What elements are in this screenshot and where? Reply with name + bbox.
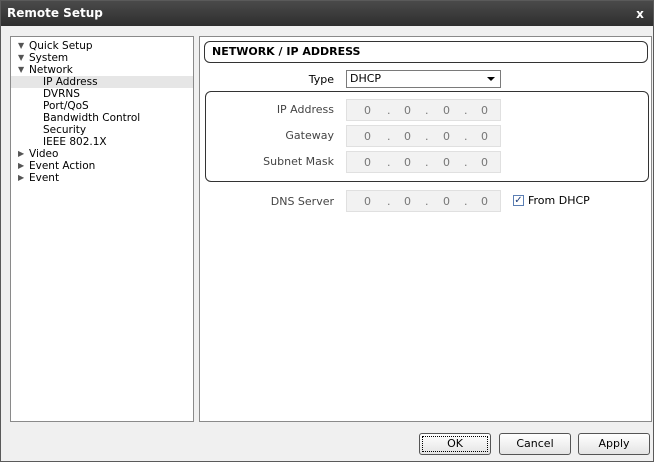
tree-item-label: DVRNS bbox=[43, 88, 80, 100]
tree-item[interactable]: ▶ Video bbox=[11, 148, 193, 160]
remote-setup-window: Remote Setup x ▼ Quick Setup ▼ System ▼ Netwo… bbox=[0, 0, 654, 462]
subnet-mask-field: 0 0 0 0... bbox=[346, 151, 501, 173]
tree-item-label: Event Action bbox=[29, 160, 96, 172]
cancel-button[interactable]: Cancel bbox=[499, 433, 571, 455]
ip-address-field: 0 0 0 0... bbox=[346, 99, 501, 121]
tree-item[interactable]: DVRNS bbox=[11, 88, 193, 100]
ip-octet[interactable]: 0 bbox=[481, 156, 488, 169]
window-title: Remote Setup bbox=[7, 6, 103, 20]
ip-octet[interactable]: 0 bbox=[443, 156, 450, 169]
ip-octet[interactable]: 0 bbox=[443, 195, 450, 208]
ip-octet[interactable]: 0 bbox=[481, 104, 488, 117]
tree-item[interactable]: ▶ Event bbox=[11, 172, 193, 184]
from-dhcp-label: From DHCP bbox=[528, 194, 590, 207]
type-label: Type bbox=[308, 73, 334, 86]
subnet-mask-label: Subnet Mask bbox=[263, 155, 334, 168]
expand-arrow-icon[interactable]: ▼ bbox=[18, 52, 24, 64]
expand-arrow-icon[interactable]: ▼ bbox=[18, 40, 24, 52]
collapse-arrow-icon[interactable]: ▶ bbox=[18, 148, 24, 160]
tree-item-label: Network bbox=[29, 64, 73, 76]
dns-server-field: 0 0 0 0... bbox=[346, 190, 501, 212]
tree-item-label: Event bbox=[29, 172, 60, 184]
ip-octet[interactable]: 0 bbox=[364, 130, 371, 143]
ip-octet[interactable]: 0 bbox=[481, 130, 488, 143]
tree-item[interactable]: Bandwidth Control bbox=[11, 112, 193, 124]
ip-address-label: IP Address bbox=[276, 103, 334, 116]
tree-item[interactable]: IP Address bbox=[11, 76, 193, 88]
tree-item-label: IP Address bbox=[43, 76, 98, 88]
tree-item[interactable]: ▼ Network bbox=[11, 64, 193, 76]
type-select-value: DHCP bbox=[350, 72, 382, 85]
ip-octet[interactable]: 0 bbox=[364, 104, 371, 117]
ip-separator: . bbox=[425, 130, 429, 143]
close-icon[interactable]: x bbox=[632, 7, 648, 21]
apply-button[interactable]: Apply bbox=[578, 433, 650, 455]
ip-octet[interactable]: 0 bbox=[404, 156, 411, 169]
ip-separator: . bbox=[464, 156, 468, 169]
ip-separator: . bbox=[387, 130, 391, 143]
tree-item[interactable]: ▼ System bbox=[11, 52, 193, 64]
ip-separator: . bbox=[387, 104, 391, 117]
expand-arrow-icon[interactable]: ▼ bbox=[18, 64, 24, 76]
chevron-down-icon bbox=[487, 77, 495, 81]
ok-button[interactable]: OK bbox=[419, 433, 491, 455]
ip-separator: . bbox=[464, 195, 468, 208]
tree-item-label: Quick Setup bbox=[29, 40, 93, 52]
gateway-label: Gateway bbox=[285, 129, 334, 142]
settings-tree: ▼ Quick Setup ▼ System ▼ Network IP Address DVR… bbox=[10, 36, 194, 422]
type-select[interactable]: DHCP bbox=[346, 70, 501, 88]
ip-octet[interactable]: 0 bbox=[404, 104, 411, 117]
ip-separator: . bbox=[425, 156, 429, 169]
gateway-field: 0 0 0 0... bbox=[346, 125, 501, 147]
tree-item-label: System bbox=[29, 52, 69, 64]
ip-separator: . bbox=[387, 195, 391, 208]
ip-octet[interactable]: 0 bbox=[404, 130, 411, 143]
tree-item[interactable]: ▼ Quick Setup bbox=[11, 40, 193, 52]
ip-separator: . bbox=[425, 195, 429, 208]
ip-separator: . bbox=[425, 104, 429, 117]
tree-item[interactable]: Security bbox=[11, 124, 193, 136]
tree-item-label: Port/QoS bbox=[43, 100, 89, 112]
ip-separator: . bbox=[464, 130, 468, 143]
tree-item-label: Video bbox=[29, 148, 59, 160]
ip-octet[interactable]: 0 bbox=[364, 156, 371, 169]
tree-item-label: Bandwidth Control bbox=[43, 112, 141, 124]
ip-octet[interactable]: 0 bbox=[404, 195, 411, 208]
settings-panel: NETWORK / IP ADDRESS Type DHCP IP Addres… bbox=[199, 36, 652, 422]
tree-item[interactable]: ▶ Event Action bbox=[11, 160, 193, 172]
from-dhcp-checkbox[interactable]: ✓ bbox=[513, 195, 524, 206]
collapse-arrow-icon[interactable]: ▶ bbox=[18, 172, 24, 184]
tree-item-label: IEEE 802.1X bbox=[43, 136, 107, 148]
ip-separator: . bbox=[387, 156, 391, 169]
ip-octet[interactable]: 0 bbox=[443, 104, 450, 117]
ip-octet[interactable]: 0 bbox=[364, 195, 371, 208]
ip-octet[interactable]: 0 bbox=[481, 195, 488, 208]
collapse-arrow-icon[interactable]: ▶ bbox=[18, 160, 24, 172]
tree-item-label: Security bbox=[43, 124, 87, 136]
ip-octet[interactable]: 0 bbox=[443, 130, 450, 143]
tree-item[interactable]: Port/QoS bbox=[11, 100, 193, 112]
title-bar: Remote Setup x bbox=[1, 1, 653, 26]
ip-separator: . bbox=[464, 104, 468, 117]
dns-server-label: DNS Server bbox=[270, 195, 334, 208]
tree-item[interactable]: IEEE 802.1X bbox=[11, 136, 193, 148]
section-header: NETWORK / IP ADDRESS bbox=[204, 41, 648, 63]
